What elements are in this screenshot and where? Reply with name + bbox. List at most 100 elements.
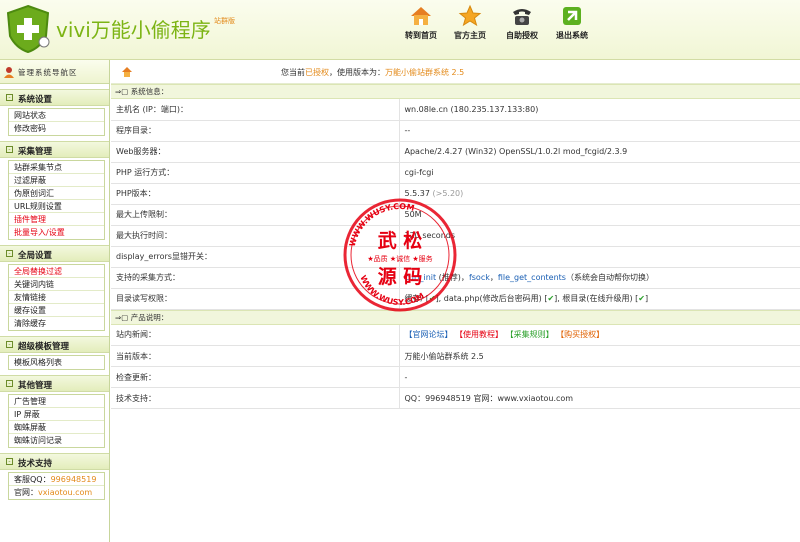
sidebar-section-other[interactable]: - 其他管理 <box>0 375 109 392</box>
nav-logout[interactable]: 退出系统 <box>540 4 604 56</box>
table-row: 程序目录： -- <box>111 120 800 142</box>
sidebar-section-template[interactable]: - 超级模板管理 <box>0 336 109 353</box>
row-key: 技术支持： <box>111 387 400 409</box>
sidebar-item-plugins[interactable]: 插件管理 <box>9 213 104 226</box>
support-qq-label: 客服QQ： <box>14 475 51 484</box>
sidebar-list: 客服QQ：996948519 官网：vxiaotou.com <box>8 472 105 500</box>
collect-fsock: fsock <box>468 273 490 282</box>
sidebar-item-keyword-links[interactable]: 关键词内链 <box>9 278 104 291</box>
support-site: 官网：vxiaotou.com <box>9 486 104 499</box>
sidebar-item-spider-block[interactable]: 蜘蛛屏蔽 <box>9 421 104 434</box>
perm-text: ], 根目录(在线升级用) [ <box>554 294 639 303</box>
collapse-icon: - <box>6 94 13 101</box>
sidebar-section-collect[interactable]: - 采集管理 <box>0 141 109 158</box>
collapse-icon: - <box>6 458 13 465</box>
table-row: 检查更新： - <box>111 366 800 388</box>
sidebar-list: 网站状态 修改密码 <box>8 108 105 136</box>
perm-cache: 缓存 <box>404 294 421 303</box>
system-info-title: 系统信息： <box>130 87 169 96</box>
row-value: 【官网论坛】 【使用教程】 【采集规则】 【购买授权】 <box>399 324 800 346</box>
row-key: Web服务器： <box>111 141 400 163</box>
perm-text: / [ <box>420 294 429 303</box>
system-info-header: ⇒▢ 系统信息： <box>111 84 800 99</box>
sidebar-item-site-status[interactable]: 网站状态 <box>9 109 104 122</box>
nav-logout-label: 退出系统 <box>556 31 588 40</box>
sidebar-section-title: 系统设置 <box>18 95 53 105</box>
sidebar-section-system[interactable]: - 系统设置 <box>0 89 109 106</box>
collect-fgc: file_get_contents <box>497 273 566 282</box>
sidebar-item-pseudo-original[interactable]: 伪原创词汇 <box>9 187 104 200</box>
table-row: 站内新闻： 【官网论坛】 【使用教程】 【采集规则】 【购买授权】 <box>111 324 800 346</box>
row-key: 程序目录： <box>111 120 400 142</box>
row-value: 万能小偷站群系统 2.5 <box>399 345 800 367</box>
product-info-title: 产品说明： <box>130 312 169 322</box>
perm-text: ] <box>645 294 649 303</box>
table-row: PHP版本： 5.5.37 (>5.20) <box>111 183 800 205</box>
table-row: 目录读写权限： 缓存/ [✔], data.php(修改后台密码用) [✔], 根… <box>111 288 800 310</box>
row-key: 最大执行时间： <box>111 225 400 247</box>
main-content: 您当前已授权，使用版本为：万能小偷站群系统 2.5 ⇒▢ 系统信息： 主机名 (… <box>111 60 800 542</box>
row-value: cgi-fcgi <box>399 162 800 184</box>
collapse-icon: - <box>6 380 13 387</box>
row-value: 120 seconds <box>399 225 800 247</box>
sidebar-section-title: 其他管理 <box>18 381 53 391</box>
perm-text: ], data.php(修改后台密码用) [ <box>435 294 548 303</box>
sidebar-title: 管理系统导航区 <box>18 68 78 77</box>
sidebar-item-filter[interactable]: 过滤屏蔽 <box>9 174 104 187</box>
status-text: 您当前已授权，使用版本为：万能小偷站群系统 2.5 <box>281 67 464 78</box>
sidebar-item-template-list[interactable]: 模板风格列表 <box>9 356 104 369</box>
support-qq-value[interactable]: 996948519 <box>51 475 97 484</box>
support-site-label: 官网： <box>14 488 38 497</box>
status-version: 万能小偷站群系统 2.5 <box>385 68 465 77</box>
sidebar-item-url-rules[interactable]: URL规则设置 <box>9 200 104 213</box>
phone-icon <box>513 9 531 25</box>
php-version-note: (>5.20) <box>432 189 464 198</box>
table-row: 最大上传限制： 50M <box>111 204 800 226</box>
support-site-link[interactable]: vxiaotou.com <box>38 488 92 497</box>
link-forum[interactable]: 【官网论坛】 <box>405 330 453 339</box>
sidebar-item-spider-log[interactable]: 蜘蛛访问记录 <box>9 434 104 447</box>
row-value: wn.08le.cn (180.235.137.133:80) <box>399 99 800 121</box>
home-icon[interactable] <box>121 66 133 78</box>
sidebar-section-support[interactable]: - 技术支持 <box>0 453 109 470</box>
sidebar-item-ads[interactable]: 广告管理 <box>9 395 104 408</box>
sidebar-list: 全局替换过滤 关键词内链 友情链接 缓存设置 清除缓存 <box>8 264 105 331</box>
row-key: 当前版本： <box>111 345 400 367</box>
link-tutorial[interactable]: 【使用教程】 <box>455 330 503 339</box>
table-row: 最大执行时间： 120 seconds <box>111 225 800 247</box>
row-key: 最大上传限制： <box>111 204 400 226</box>
star-icon <box>458 4 482 27</box>
sidebar-item-collect-nodes[interactable]: 站群采集节点 <box>9 161 104 174</box>
row-key: 支持的采集方式： <box>111 267 400 289</box>
support-qq: 客服QQ：996948519 <box>9 473 104 486</box>
exit-icon <box>563 7 581 25</box>
sidebar-item-cache-settings[interactable]: 缓存设置 <box>9 304 104 317</box>
user-icon <box>4 67 14 78</box>
product-info-header: ⇒▢ 产品说明： <box>111 309 800 325</box>
sidebar-item-global-replace[interactable]: 全局替换过滤 <box>9 265 104 278</box>
collapse-icon: - <box>6 146 13 153</box>
check-icon: ✔ <box>638 294 645 303</box>
link-buy[interactable]: 【购买授权】 <box>556 330 604 339</box>
row-key: PHP版本： <box>111 183 400 205</box>
table-row: PHP 运行方式： cgi-fcgi <box>111 162 800 184</box>
sidebar-item-change-password[interactable]: 修改密码 <box>9 122 104 135</box>
row-value: 50M <box>399 204 800 226</box>
collect-curl: curl_init <box>404 273 437 282</box>
row-key: 检查更新： <box>111 366 400 388</box>
sidebar-item-clear-cache[interactable]: 清除缓存 <box>9 317 104 330</box>
table-row: 技术支持： QQ：996948519 官网：www.vxiaotou.com <box>111 387 800 409</box>
sidebar-section-title: 采集管理 <box>18 147 53 157</box>
row-value: QQ：996948519 官网：www.vxiaotou.com <box>399 387 800 409</box>
sidebar-list: 站群采集节点 过滤屏蔽 伪原创词汇 URL规则设置 插件管理 批量导入/设置 <box>8 160 105 240</box>
sidebar-item-ip-block[interactable]: IP 屏蔽 <box>9 408 104 421</box>
link-rules[interactable]: 【采集规则】 <box>506 330 554 339</box>
sidebar-section-global[interactable]: - 全局设置 <box>0 245 109 262</box>
sidebar-section-title: 全局设置 <box>18 251 53 261</box>
status-auth: 已授权 <box>305 68 329 77</box>
sidebar-item-batch-import[interactable]: 批量导入/设置 <box>9 226 104 239</box>
table-row: 当前版本： 万能小偷站群系统 2.5 <box>111 345 800 367</box>
sidebar-item-friend-links[interactable]: 友情链接 <box>9 291 104 304</box>
row-key: 站内新闻： <box>111 324 400 346</box>
row-key: 目录读写权限： <box>111 288 400 310</box>
